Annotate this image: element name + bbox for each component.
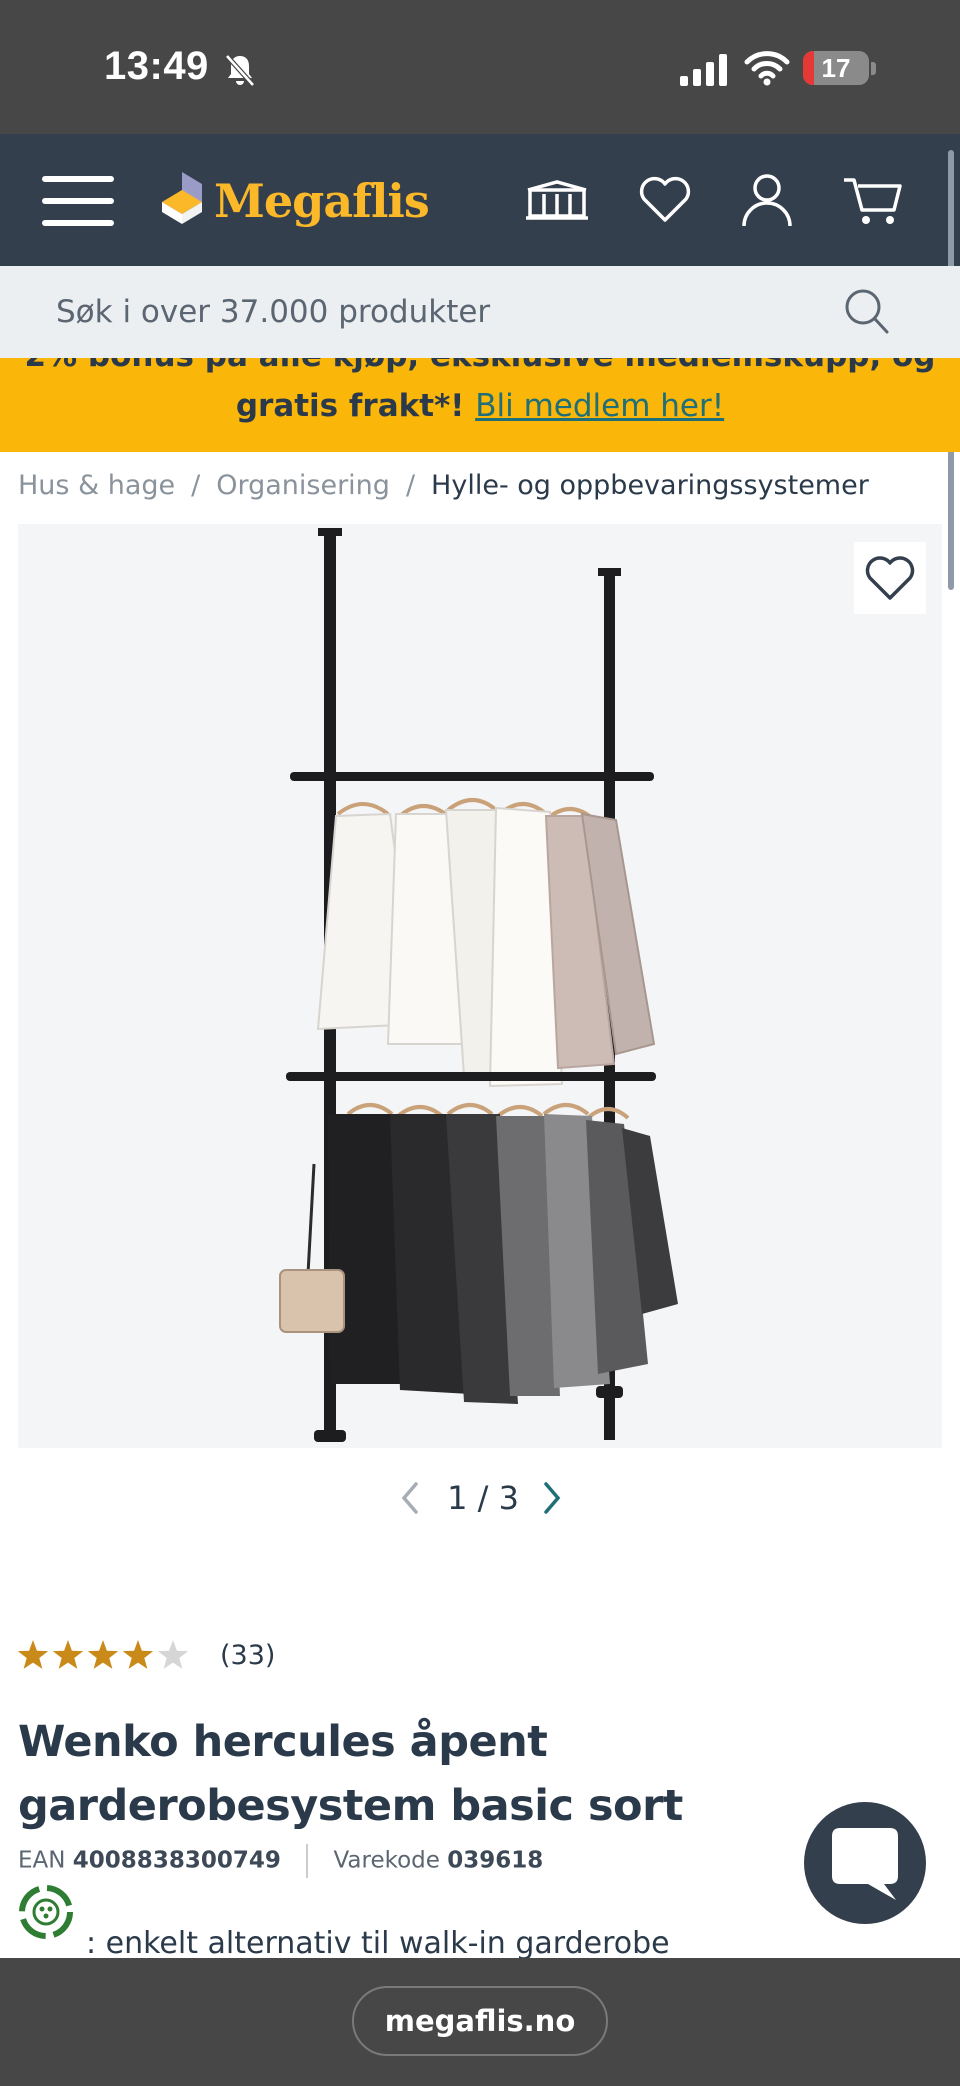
search-input[interactable] (56, 286, 816, 338)
heart-icon (865, 556, 915, 600)
sku-value: 039618 (447, 1847, 544, 1874)
chevron-left-icon[interactable] (394, 1476, 424, 1520)
heart-icon[interactable] (632, 170, 698, 230)
breadcrumb-separator: / (191, 470, 201, 501)
ean-value: 4008838300749 (72, 1847, 281, 1874)
breadcrumb-item-hus-hage[interactable]: Hus & hage (18, 470, 175, 501)
gallery-current-page: 1 (447, 1479, 468, 1517)
product-bullet: : enkelt alternativ til walk-in garderob… (86, 1926, 670, 1961)
menu-icon[interactable] (40, 174, 116, 228)
eco-recycle-icon (19, 1885, 73, 1939)
breadcrumb-separator: / (405, 470, 416, 501)
battery-level: 17 (821, 53, 851, 83)
gallery-page-separator: / (477, 1479, 489, 1517)
product-codes: EAN 4008838300749 Varekode 039618 (18, 1844, 543, 1878)
banner-text-line1: 2% bonus på alle kjøp, eksklusive medlem… (0, 358, 960, 374)
browser-bottom-bar: megaflis.no (0, 1958, 960, 2086)
star-icon (157, 1640, 189, 1669)
banner-suffix: *! (434, 388, 476, 424)
review-count[interactable]: (33) (220, 1640, 275, 1671)
product-title: Wenko hercules åpent garderobesystem bas… (18, 1717, 683, 1831)
promo-banner: 2% bonus på alle kjøp, eksklusive medlem… (0, 358, 960, 452)
star-rating (17, 1640, 189, 1669)
bell-muted-icon (225, 54, 255, 87)
address-bar[interactable]: megaflis.no (352, 1986, 608, 2056)
store-icon[interactable] (524, 170, 590, 230)
battery-indicator: 17 (803, 51, 869, 85)
status-bar: 13:49 17 (0, 0, 960, 134)
wifi-icon (744, 51, 790, 86)
signal-icon (680, 54, 727, 86)
banner-text-line2: gratis frakt*! Bli medlem her! (0, 388, 960, 424)
site-header: Megaflis (0, 134, 960, 266)
become-member-link[interactable]: Bli medlem her! (475, 388, 724, 424)
breadcrumb-current: Hylle- og oppbevaringssystemer (431, 470, 869, 501)
breadcrumb: Hus & hage / Organisering / Hylle- og oppbev… (18, 470, 869, 501)
star-icon (52, 1640, 84, 1669)
add-to-wishlist-button[interactable] (854, 542, 926, 614)
status-time: 13:49 (104, 44, 209, 88)
gallery-pager: 1 / 3 (0, 1476, 960, 1520)
site-logo[interactable]: Megaflis (156, 164, 430, 238)
chat-button[interactable] (804, 1802, 926, 1924)
logo-mark-icon (162, 172, 202, 224)
banner-text: gratis frakt (235, 388, 435, 424)
sku-label: Varekode (333, 1847, 440, 1874)
code-divider (306, 1844, 309, 1878)
gallery-total-pages: 3 (498, 1479, 519, 1517)
search-icon[interactable] (842, 286, 890, 336)
star-icon (17, 1640, 49, 1669)
gallery-page-indicator: 1 / 3 (438, 1476, 528, 1520)
breadcrumb-item-organisering[interactable]: Organisering (216, 470, 390, 501)
chat-bubble-icon (832, 1828, 898, 1900)
cart-icon[interactable] (840, 170, 906, 230)
logo-text: Megaflis (214, 174, 430, 228)
star-icon (87, 1640, 119, 1669)
user-icon[interactable] (734, 170, 800, 230)
star-icon (122, 1640, 154, 1669)
chevron-right-icon[interactable] (538, 1476, 568, 1520)
search-bar (0, 266, 960, 358)
ean-label: EAN (18, 1847, 66, 1874)
battery-tip (871, 62, 876, 75)
product-image (279, 528, 678, 1442)
product-image-gallery[interactable] (18, 524, 942, 1448)
